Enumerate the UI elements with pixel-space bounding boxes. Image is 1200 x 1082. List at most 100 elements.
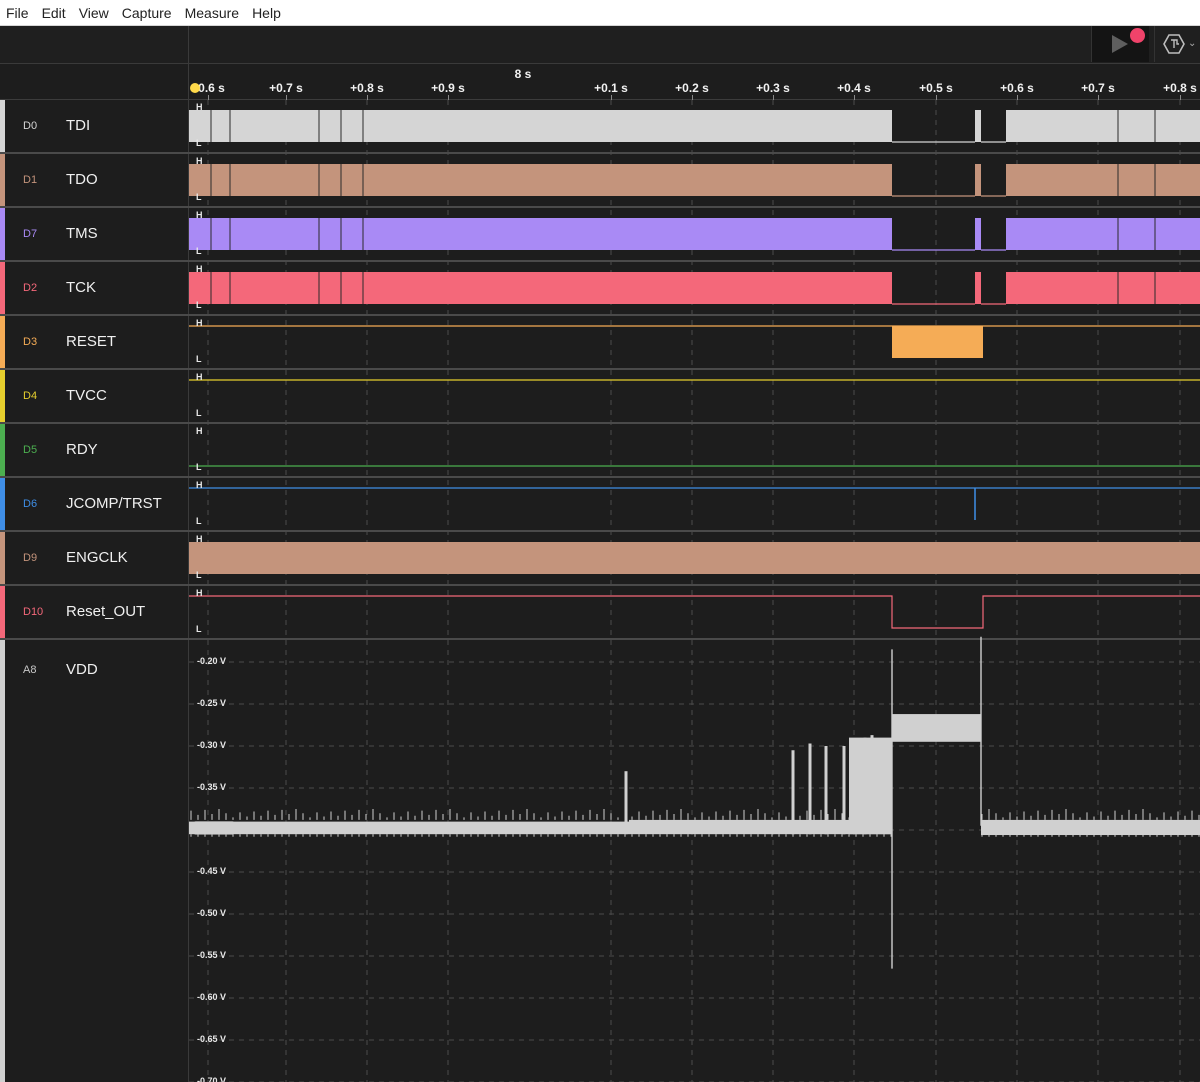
signal-burst [189,164,892,196]
channel-label[interactable]: D2 TCK [5,262,188,314]
toolbar: ⌄ [0,26,1200,64]
channel-name: VDD [66,661,98,678]
ruler-tick-label: +0.7 s [269,81,303,95]
analog-noise-band [981,819,1200,836]
level-low-label: L [196,624,202,634]
waveform-reset-out: HL [189,588,1200,640]
channel-label[interactable]: D10 Reset_OUT [5,586,188,638]
voltage-axis-label: -0.65 V [197,1034,226,1044]
channel-name: TVCC [66,387,107,404]
signal-burst [1006,164,1200,196]
analog-noise-band [189,821,629,835]
level-high-label: H [196,102,203,112]
record-indicator-icon [1130,28,1145,43]
analog-waveform: -0.20 V-0.25 V-0.30 V-0.35 V-0.40 V-0.45… [189,636,1200,1082]
level-low-label: L [196,408,202,418]
menu-measure[interactable]: Measure [179,0,246,26]
channel-id: D10 [23,606,44,618]
channel-name: JCOMP/TRST [66,495,162,512]
level-high-label: H [196,480,203,490]
channel-label[interactable]: D4 TVCC [5,370,188,422]
waveform-engclk: HL [189,534,1200,586]
menu-bar: File Edit View Capture Measure Help [0,0,1200,26]
menu-file[interactable]: File [0,0,36,26]
waveform-reset: HL [189,318,1200,370]
ruler-tick-label: +0.8 s [1163,81,1197,95]
channel-label[interactable]: D1 TDO [5,154,188,206]
timeline-marker-icon[interactable] [190,83,200,93]
level-high-label: H [196,534,203,544]
ruler-tick-label: +0.3 s [756,81,790,95]
signal-burst [189,218,892,250]
voltage-axis-label: -0.70 V [197,1076,226,1082]
trigger-settings-icon [1163,34,1185,54]
waveform-tdo: HL [189,156,1200,208]
channel-label[interactable]: D3 RESET [5,316,188,368]
waveform-jcomp-trst: HL [189,480,1200,532]
channel-name: TDO [66,171,98,188]
time-ruler[interactable]: 8 s +0.6 s +0.7 s +0.8 s +0.9 s +0.1 s +0.2 s… [0,64,1200,100]
chevron-down-icon: ⌄ [1188,38,1197,49]
start-capture-button[interactable] [1091,26,1149,62]
voltage-axis-label: -0.60 V [197,992,226,1002]
channel-label[interactable]: D9 ENGCLK [5,532,188,584]
channel-id: D9 [23,552,38,564]
ruler-divider [188,64,189,100]
level-low-label: L [196,138,202,148]
play-icon [1112,35,1128,53]
voltage-axis-label: -0.25 V [197,698,226,708]
trigger-settings-button[interactable]: ⌄ [1154,26,1200,62]
channel-id: D5 [23,444,38,456]
channel-label[interactable]: D6 JCOMP/TRST [5,478,188,530]
channel-id: D1 [23,174,38,186]
voltage-axis-label: -0.30 V [197,740,226,750]
signal-burst [975,164,981,196]
voltage-axis-label: -0.55 V [197,950,226,960]
channel-name: TMS [66,225,98,242]
channel-name: ENGCLK [66,549,128,566]
channel-name: RDY [66,441,98,458]
channel-id: D7 [23,228,38,240]
signal-burst [189,110,892,142]
waveform-rdy: HL [189,426,1200,478]
level-high-label: H [196,210,203,220]
level-low-label: L [196,462,202,472]
menu-edit[interactable]: Edit [36,0,73,26]
channel-name: TCK [66,279,96,296]
toolbar-divider [188,26,189,64]
ruler-tick-label: +0.7 s [1081,81,1115,95]
channel-label[interactable]: D0 TDI [5,100,188,152]
ruler-tick-label: +0.1 s [594,81,628,95]
ruler-tick-label: +0.8 s [350,81,384,95]
level-high-label: H [196,372,203,382]
level-high-label: H [196,588,203,598]
waveform-area[interactable]: HLHLHLHLHLHLHLHLHLHL-0.20 V-0.25 V-0.30 … [189,100,1200,1082]
channel-name: RESET [66,333,117,350]
channel-label[interactable]: A8 VDD [5,640,188,1082]
signal-pulse [892,326,983,358]
channel-name: TDI [66,117,91,134]
level-low-label: L [196,192,202,202]
level-high-label: H [196,426,203,436]
channel-id: A8 [23,664,37,676]
menu-help[interactable]: Help [246,0,288,26]
level-low-label: L [196,354,202,364]
ruler-tick-label: +0.2 s [675,81,709,95]
channel-label[interactable]: D5 RDY [5,424,188,476]
level-low-label: L [196,246,202,256]
ruler-tick-label: +0.4 s [837,81,871,95]
ruler-tick-label: +0.9 s [431,81,465,95]
waveform-tdi: HL [189,102,1200,154]
ruler-tick-label: +0.6 s [1000,81,1034,95]
ruler-center-time: 8 s [514,67,532,81]
analog-noise-band [892,714,981,742]
signal-burst [975,110,981,142]
menu-view[interactable]: View [73,0,116,26]
waveform-tck: HL [189,264,1200,316]
ruler-tick-label: +0.5 s [919,81,953,95]
signal-burst [1006,110,1200,142]
menu-capture[interactable]: Capture [116,0,179,26]
level-high-label: H [196,318,203,328]
waveform-tvcc: HL [189,372,1200,424]
channel-label[interactable]: D7 TMS [5,208,188,260]
